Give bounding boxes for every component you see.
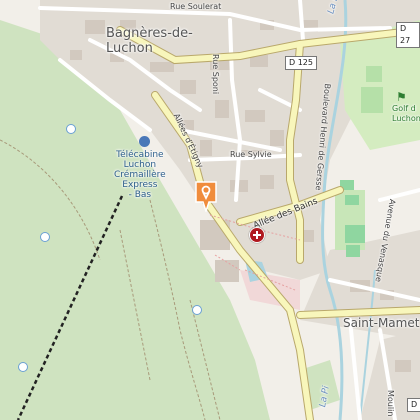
viewpoint-icon[interactable] bbox=[18, 362, 28, 372]
town-label-saint-mamet: Saint-Mamet bbox=[343, 316, 420, 330]
street-label-soulerat: Rue Soulerat bbox=[170, 2, 222, 11]
road-ref-d-south: D bbox=[407, 398, 420, 412]
viewpoint-icon[interactable] bbox=[40, 232, 50, 242]
street-label-sponi: Rue Sponi bbox=[211, 54, 220, 95]
road-ref-d125: D 125 bbox=[285, 56, 317, 70]
town-label-bagneres: Bagnères-de- Luchon bbox=[106, 26, 193, 56]
street-label-sylvie: Rue Sylvie bbox=[230, 150, 272, 159]
map-pin-icon[interactable] bbox=[194, 180, 218, 212]
viewpoint-icon[interactable] bbox=[192, 305, 202, 315]
poi-label-golf: Golf d Luchon bbox=[392, 104, 420, 123]
map-view[interactable]: Bagnères-de- Luchon Saint-Mamet Rue Soul… bbox=[0, 0, 420, 420]
poi-label-telecabine: Télécabine Luchon Crémaillère Express - … bbox=[114, 150, 166, 200]
street-label-moulin: Moulin bbox=[386, 390, 395, 417]
golf-flag-icon: ⚑ bbox=[396, 90, 407, 104]
hospital-icon[interactable] bbox=[249, 227, 265, 243]
road-ref-d27: D 27 bbox=[396, 22, 420, 48]
viewpoint-icon[interactable] bbox=[66, 124, 76, 134]
cable-car-icon[interactable] bbox=[139, 136, 150, 147]
